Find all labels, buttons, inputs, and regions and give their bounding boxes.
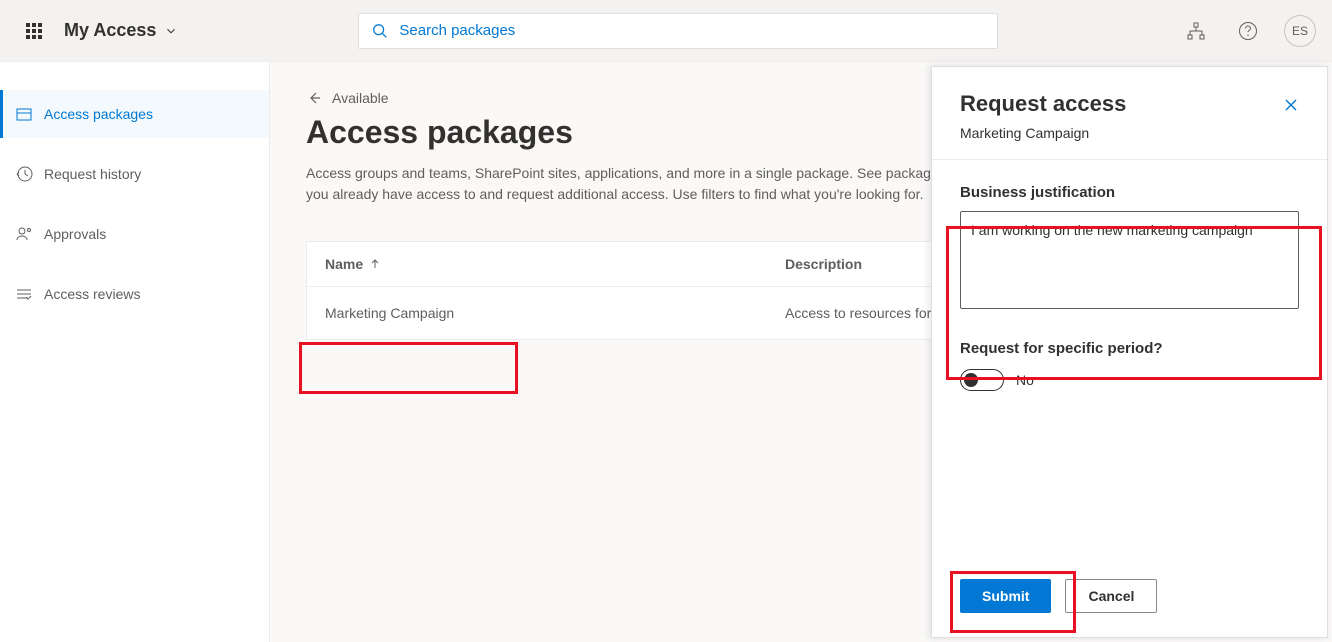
breadcrumb-label: Available <box>332 90 389 106</box>
col-name-label: Name <box>325 256 363 272</box>
justification-textarea[interactable] <box>960 211 1299 309</box>
close-icon <box>1283 97 1299 113</box>
search-icon <box>371 22 389 40</box>
back-arrow-icon <box>306 90 322 106</box>
row-name: Marketing Campaign <box>325 305 785 321</box>
sort-up-icon <box>369 258 381 270</box>
nav-label: Access reviews <box>44 286 140 302</box>
app-title-dropdown[interactable]: My Access <box>64 20 178 41</box>
panel-header: Request access Marketing Campaign <box>932 67 1327 160</box>
sidebar: Access packages Request history Approval… <box>0 62 270 642</box>
panel-footer: Submit Cancel <box>932 561 1327 637</box>
app-title-text: My Access <box>64 20 156 41</box>
close-button[interactable] <box>1283 97 1299 116</box>
submit-button[interactable]: Submit <box>960 579 1051 613</box>
period-toggle[interactable] <box>960 369 1004 391</box>
reviews-icon <box>14 284 34 304</box>
search-input[interactable]: Search packages <box>358 13 998 49</box>
nav-label: Request history <box>44 166 141 182</box>
panel-body: Business justification Request for speci… <box>932 160 1327 561</box>
avatar-initials: ES <box>1292 24 1308 38</box>
justification-label: Business justification <box>960 184 1299 201</box>
cancel-button[interactable]: Cancel <box>1065 579 1157 613</box>
package-icon <box>14 104 34 124</box>
chevron-down-icon <box>164 24 178 38</box>
panel-title: Request access <box>960 91 1126 117</box>
app-header: My Access Search packages ES <box>0 0 1332 62</box>
sidebar-item-request-history[interactable]: Request history <box>0 150 269 198</box>
waffle-icon[interactable] <box>16 13 52 49</box>
sidebar-item-access-packages[interactable]: Access packages <box>0 90 269 138</box>
period-value: No <box>1016 372 1034 388</box>
approvals-icon <box>14 224 34 244</box>
search-placeholder: Search packages <box>399 22 515 39</box>
history-icon <box>14 164 34 184</box>
nav-label: Access packages <box>44 106 153 122</box>
request-access-panel: Request access Marketing Campaign Busine… <box>931 66 1328 638</box>
help-icon[interactable] <box>1232 15 1264 47</box>
period-label: Request for specific period? <box>960 340 1299 357</box>
sidebar-item-access-reviews[interactable]: Access reviews <box>0 270 269 318</box>
page-description: Access groups and teams, SharePoint site… <box>306 163 946 205</box>
nav-label: Approvals <box>44 226 106 242</box>
column-header-name[interactable]: Name <box>325 256 785 272</box>
panel-subtitle: Marketing Campaign <box>960 125 1126 141</box>
user-avatar[interactable]: ES <box>1284 15 1316 47</box>
sitemap-icon[interactable] <box>1180 15 1212 47</box>
col-desc-label: Description <box>785 256 862 272</box>
sidebar-item-approvals[interactable]: Approvals <box>0 210 269 258</box>
